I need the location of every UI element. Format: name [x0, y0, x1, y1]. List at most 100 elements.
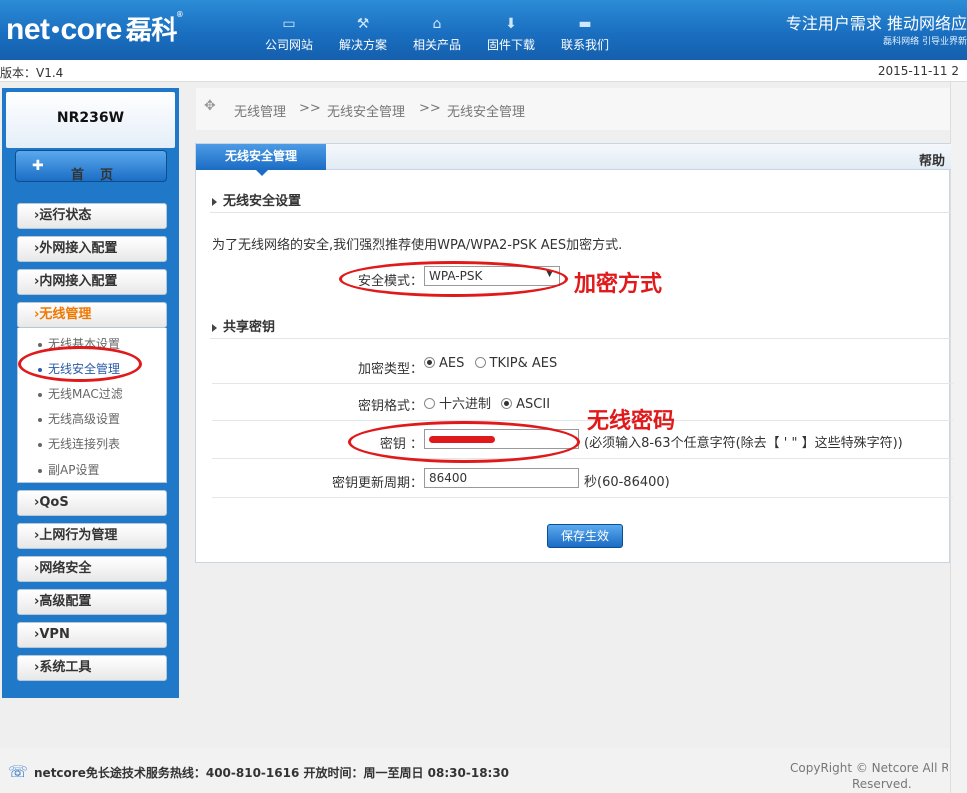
- radio-label: AES: [439, 356, 465, 371]
- annotation-ellipse-key: [348, 421, 580, 463]
- plus-icon: ✚: [32, 158, 44, 174]
- copyright-line: CopyRight © Netcore All Ri: [790, 761, 948, 775]
- nav-products[interactable]: ⌂ 相关产品: [400, 16, 474, 53]
- tab-bar: 无线安全管理 帮助: [196, 144, 951, 170]
- bullet-icon: [38, 392, 42, 397]
- bullet-icon: [38, 442, 42, 447]
- menu-advanced[interactable]: ›高级配置: [17, 589, 167, 615]
- encrypt-type-options: AES TKIP& AES: [424, 356, 557, 371]
- header-bar: net core 磊科® ▭ 公司网站 ⚒ 解决方案 ⌂ 相关产品 ⬇ 固件下载 ▬ 联系我们…: [0, 0, 967, 60]
- encrypt-type-label: 加密类型：: [357, 362, 423, 377]
- breadcrumb-item: 无线安全管理: [327, 105, 406, 120]
- date-text: 2015-11-11 2: [877, 64, 959, 78]
- radio-label: TKIP& AES: [489, 356, 558, 371]
- submenu-wireless-mac-filter[interactable]: 无线MAC过滤: [38, 385, 123, 402]
- copyright: CopyRight © Netcore All Ri Reserved.: [790, 760, 948, 792]
- submenu-label: 无线MAC过滤: [48, 387, 123, 401]
- logo-text-2: core: [60, 13, 123, 46]
- security-note: 为了无线网络的安全,我们强烈推荐使用WPA/WPA2-PSK AES加密方式.: [212, 238, 623, 253]
- breadcrumb-item: 无线管理: [234, 105, 287, 120]
- key-format-label: 密钥格式：: [357, 399, 423, 414]
- menu-system-tools[interactable]: ›系统工具: [17, 655, 167, 681]
- content-panel: 无线安全管理 帮助 无线安全设置 为了无线网络的安全,我们强烈推荐使用WPA/W…: [195, 143, 953, 563]
- annotation-encrypt-method: 加密方式: [574, 272, 663, 297]
- section-title: 无线安全设置: [223, 194, 302, 209]
- chat-icon: ▬: [578, 16, 592, 32]
- menu-behavior[interactable]: ›上网行为管理: [17, 523, 167, 549]
- slogan: 专注用户需求 推动网络应: [785, 14, 967, 33]
- registered-mark: ®: [176, 10, 183, 19]
- logo-cn: 磊科: [125, 16, 178, 46]
- slogan-sub: 磊科网络 引导业界新: [883, 37, 967, 47]
- home-button[interactable]: ✚ 首页: [15, 150, 167, 183]
- divider: [210, 338, 951, 339]
- phone-icon: ☏: [8, 762, 29, 781]
- menu-lan-config[interactable]: ›内网接入配置: [17, 269, 167, 295]
- breadcrumb-sep: >>: [299, 101, 321, 116]
- period-label: 密钥更新周期：: [331, 476, 423, 491]
- menu-run-status[interactable]: ›运行状态: [17, 203, 167, 229]
- nav-label: 公司网站: [264, 38, 313, 52]
- radio-hex[interactable]: [424, 398, 435, 409]
- encrypt-type-row: 加密类型： AES TKIP& AES: [212, 348, 953, 384]
- triangle-icon: [212, 323, 217, 332]
- tab-wireless-security[interactable]: 无线安全管理: [196, 144, 326, 170]
- move-icon: ✥: [204, 98, 216, 114]
- model-name: NR236W: [6, 92, 175, 148]
- router-icon: ⌂: [432, 16, 442, 32]
- section-wireless-security: 无线安全设置: [212, 190, 301, 209]
- submenu-sub-ap[interactable]: 副AP设置: [38, 461, 99, 478]
- monitor-icon: ▭: [282, 16, 296, 32]
- save-button[interactable]: 保存生效: [547, 524, 623, 548]
- breadcrumb-sep: >>: [419, 101, 441, 116]
- logo-dot: [51, 26, 59, 33]
- netcore-logo[interactable]: net core 磊科®: [6, 10, 183, 47]
- annotation-ellipse-menu: [18, 346, 142, 382]
- logo-text: net: [6, 13, 50, 46]
- radio-ascii[interactable]: [501, 398, 513, 409]
- submenu-wireless-clients[interactable]: 无线连接列表: [38, 435, 120, 452]
- menu-vpn[interactable]: ›VPN: [17, 622, 167, 648]
- nav-label: 固件下载: [486, 38, 535, 52]
- nav-contact-us[interactable]: ▬ 联系我们: [548, 16, 622, 53]
- hotline-text: netcore免长途技术服务热线：400-810-1616 开放时间：周一至周日…: [34, 766, 510, 780]
- menu-wan-config[interactable]: ›外网接入配置: [17, 236, 167, 262]
- annotation-wifi-password: 无线密码: [587, 409, 676, 434]
- key-format-options: 十六进制 ASCII: [424, 393, 550, 412]
- divider: [210, 212, 951, 213]
- breadcrumb: ✥ 无线管理 >> 无线安全管理 >> 无线安全管理: [196, 88, 950, 130]
- period-hint: 秒(60-86400): [584, 475, 670, 490]
- nav-company-site[interactable]: ▭ 公司网站: [252, 16, 326, 53]
- nav-label: 解决方案: [338, 38, 387, 52]
- period-row: 密钥更新周期： 86400 秒(60-86400): [212, 462, 953, 498]
- radio-aes[interactable]: [424, 357, 435, 368]
- hotline: ☏ netcore免长途技术服务热线：400-810-1616 开放时间：周一至周…: [8, 762, 509, 781]
- help-link[interactable]: 帮助: [919, 150, 945, 169]
- key-format-row: 密钥格式： 十六进制 ASCII: [212, 385, 953, 421]
- submenu-label: 副AP设置: [48, 463, 100, 477]
- bullet-icon: [38, 468, 42, 473]
- key-row: 密钥 ： (必须输入8-63个任意字符(除去【 ' " 】这些特殊字符)): [212, 423, 953, 459]
- bullet-icon: [38, 342, 42, 347]
- radio-tkip-aes[interactable]: [474, 357, 486, 368]
- nav-solutions[interactable]: ⚒ 解决方案: [326, 16, 400, 53]
- copyright-line-2: Reserved.: [852, 777, 912, 791]
- submenu-label: 无线连接列表: [48, 437, 121, 451]
- submenu-wireless-advanced[interactable]: 无线高级设置: [38, 410, 120, 427]
- menu-security[interactable]: ›网络安全: [17, 556, 167, 582]
- period-input[interactable]: 86400: [424, 468, 579, 488]
- nav-label: 相关产品: [412, 38, 461, 52]
- version-bar: 版本：V1.4 2015-11-11 2: [0, 60, 967, 82]
- tools-icon: ⚒: [356, 16, 370, 32]
- section-shared-key: 共享密钥: [212, 316, 275, 335]
- menu-qos[interactable]: ›QoS: [17, 490, 167, 516]
- radio-label: 十六进制: [439, 397, 492, 412]
- submenu-label: 无线高级设置: [48, 412, 121, 426]
- tab-pointer: [256, 170, 268, 176]
- version-text: 版本：V1.4: [0, 66, 64, 80]
- menu-wireless[interactable]: ›无线管理: [17, 302, 167, 328]
- bullet-icon: [38, 417, 42, 422]
- nav-label: 联系我们: [560, 38, 609, 52]
- sidebar: NR236W ✚ 首页 ›运行状态 ›外网接入配置 ›内网接入配置 ›无线管理 …: [2, 88, 179, 698]
- nav-firmware-download[interactable]: ⬇ 固件下载: [474, 16, 548, 53]
